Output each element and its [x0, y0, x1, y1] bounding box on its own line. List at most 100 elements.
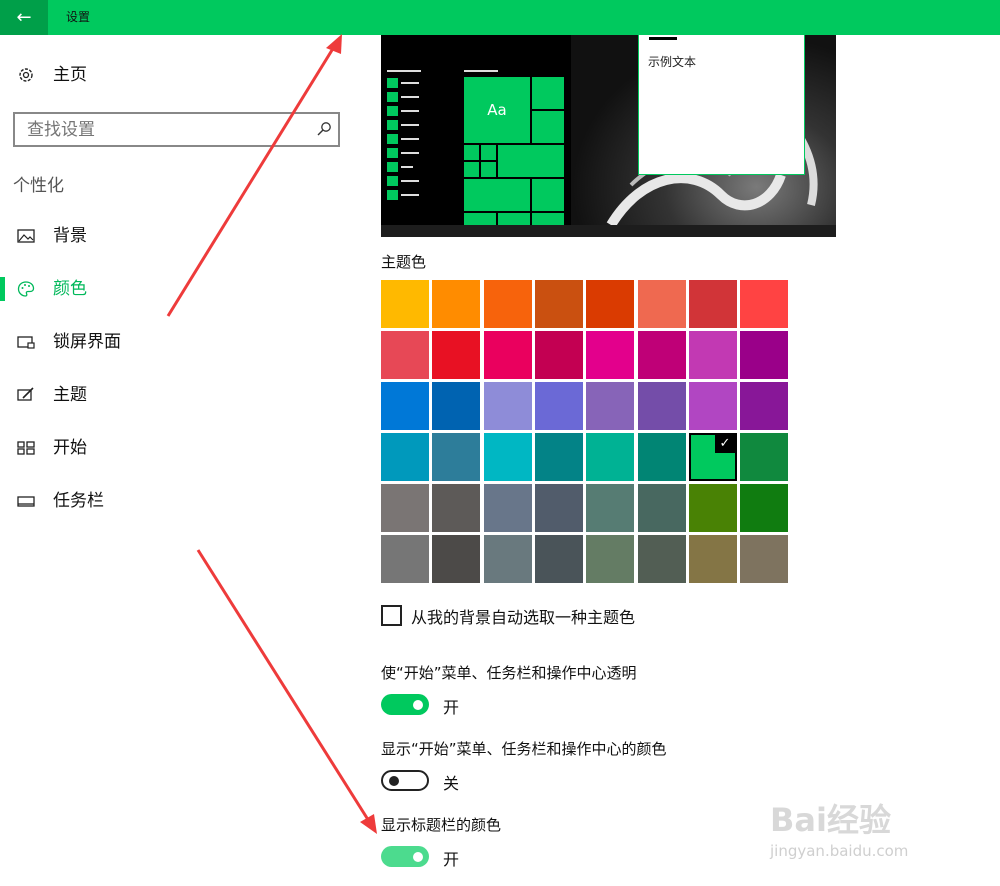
- palette-icon: [17, 281, 35, 297]
- sidebar-item-home[interactable]: 主页: [0, 55, 360, 95]
- accent-swatch[interactable]: [586, 433, 634, 481]
- accent-swatch[interactable]: [689, 280, 737, 328]
- accent-swatch[interactable]: [484, 382, 532, 430]
- accent-swatch[interactable]: [586, 331, 634, 379]
- accent-swatch[interactable]: [432, 433, 480, 481]
- preview-tile: [532, 213, 564, 225]
- accent-swatch[interactable]: [381, 433, 429, 481]
- toggle-knob: [413, 699, 423, 710]
- sidebar-item-label: 开始: [53, 438, 87, 458]
- accent-swatch[interactable]: [586, 535, 634, 583]
- accent-swatch[interactable]: [535, 382, 583, 430]
- accent-swatch[interactable]: [381, 382, 429, 430]
- toggle-knob: [413, 851, 423, 862]
- accent-swatch[interactable]: [638, 433, 686, 481]
- accent-color-grid: ✓: [381, 280, 789, 585]
- preview-tile: [464, 179, 530, 211]
- accent-swatch[interactable]: [535, 433, 583, 481]
- titlebar-color-state: 开: [443, 850, 460, 869]
- transparency-toggle[interactable]: [381, 694, 429, 715]
- sidebar-item-background[interactable]: 背景: [0, 216, 360, 256]
- search-box[interactable]: [13, 112, 340, 147]
- accent-swatch[interactable]: [432, 484, 480, 532]
- checkmark-icon: ✓: [715, 435, 735, 453]
- search-input[interactable]: [15, 114, 307, 145]
- accent-swatch[interactable]: [484, 280, 532, 328]
- accent-swatch[interactable]: [586, 484, 634, 532]
- sidebar-item-label: 主题: [53, 385, 87, 405]
- group-heading: 个性化: [13, 176, 64, 196]
- preview-sample-text: 示例文本: [648, 55, 697, 69]
- accent-swatch[interactable]: [432, 535, 480, 583]
- sidebar-item-lock-screen[interactable]: 锁屏界面: [0, 322, 360, 362]
- preview-tile: [532, 179, 564, 211]
- accent-swatch[interactable]: [381, 484, 429, 532]
- toggle-knob: [389, 775, 399, 786]
- search-icon[interactable]: [316, 121, 332, 137]
- accent-swatch[interactable]: [381, 331, 429, 379]
- accent-swatch[interactable]: [740, 484, 788, 532]
- sidebar-item-label: 背景: [53, 226, 87, 246]
- accent-swatch[interactable]: [535, 484, 583, 532]
- watermark-url: jingyan.baidu.com: [770, 842, 909, 860]
- accent-swatch[interactable]: [638, 535, 686, 583]
- start-color-toggle[interactable]: [381, 770, 429, 791]
- accent-swatch[interactable]: [740, 535, 788, 583]
- accent-swatch[interactable]: [484, 331, 532, 379]
- accent-swatch[interactable]: ✓: [689, 433, 737, 481]
- sidebar-item-theme[interactable]: 主题: [0, 375, 360, 415]
- preview-tile: [532, 111, 564, 143]
- accent-swatch[interactable]: [535, 535, 583, 583]
- preview-tile: [464, 162, 479, 177]
- accent-swatch[interactable]: [689, 484, 737, 532]
- accent-swatch[interactable]: [689, 331, 737, 379]
- accent-swatch[interactable]: [535, 331, 583, 379]
- accent-swatch[interactable]: [740, 382, 788, 430]
- watermark-logo: Bai经验: [770, 801, 891, 839]
- accent-swatch[interactable]: [484, 484, 532, 532]
- accent-swatch[interactable]: [740, 280, 788, 328]
- accent-swatch[interactable]: [638, 484, 686, 532]
- start-icon: [17, 441, 35, 455]
- selection-indicator: [0, 277, 5, 301]
- accent-swatch[interactable]: [381, 280, 429, 328]
- accent-swatch[interactable]: [432, 280, 480, 328]
- annotation-arrowhead: [360, 814, 377, 834]
- accent-swatch[interactable]: [689, 535, 737, 583]
- transparency-state: 开: [443, 698, 460, 717]
- sidebar-item-color[interactable]: 颜色: [0, 269, 360, 309]
- accent-swatch[interactable]: [484, 535, 532, 583]
- arrow-left-icon: ←: [16, 7, 32, 28]
- sidebar: 主页 个性化 背景 颜色 锁屏界面: [0, 35, 360, 886]
- back-button[interactable]: ←: [0, 0, 48, 35]
- preview-tile: [464, 213, 496, 225]
- accent-swatch[interactable]: [638, 382, 686, 430]
- preview-tile-header: [464, 70, 498, 72]
- preview-tile: [498, 213, 530, 225]
- accent-swatch[interactable]: [740, 433, 788, 481]
- preview-start-list: [387, 70, 421, 200]
- preview-tile: [532, 77, 564, 109]
- accent-swatch[interactable]: [638, 331, 686, 379]
- sidebar-item-start[interactable]: 开始: [0, 428, 360, 468]
- sidebar-item-label: 任务栏: [53, 491, 104, 511]
- accent-swatch[interactable]: [535, 280, 583, 328]
- sidebar-item-taskbar[interactable]: 任务栏: [0, 481, 360, 521]
- preview-tile: [498, 145, 564, 177]
- accent-swatch[interactable]: [484, 433, 532, 481]
- taskbar-icon: [17, 496, 35, 507]
- accent-swatch[interactable]: [740, 331, 788, 379]
- accent-swatch[interactable]: [689, 382, 737, 430]
- accent-swatch[interactable]: [586, 280, 634, 328]
- accent-swatch[interactable]: [638, 280, 686, 328]
- auto-pick-checkbox[interactable]: [381, 605, 402, 626]
- lock-screen-icon: [17, 336, 35, 349]
- auto-pick-label[interactable]: 从我的背景自动选取一种主题色: [411, 604, 635, 628]
- start-color-label: 显示“开始”菜单、任务栏和操作中心的颜色: [381, 740, 667, 758]
- accent-swatch[interactable]: [381, 535, 429, 583]
- accent-swatch[interactable]: [432, 331, 480, 379]
- titlebar-color-toggle[interactable]: [381, 846, 429, 867]
- accent-swatch[interactable]: [586, 382, 634, 430]
- accent-swatch[interactable]: [432, 382, 480, 430]
- preview-taskbar: [381, 225, 836, 237]
